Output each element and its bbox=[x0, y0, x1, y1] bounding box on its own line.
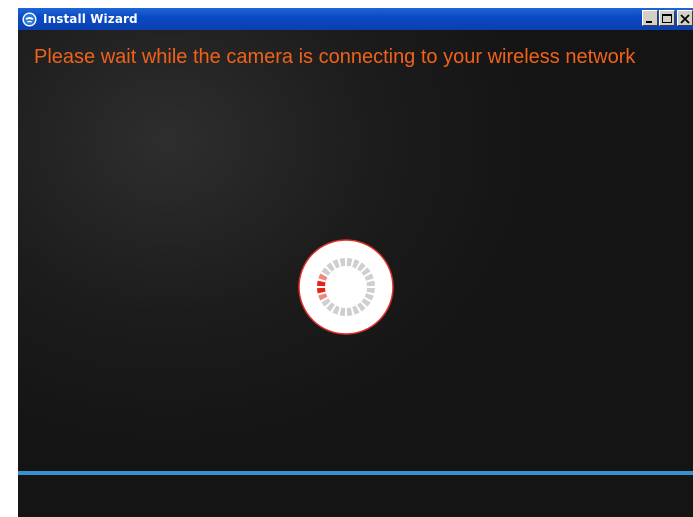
wizard-content: Please wait while the camera is connecti… bbox=[18, 30, 693, 517]
progress-divider bbox=[18, 471, 693, 475]
connecting-message: Please wait while the camera is connecti… bbox=[34, 46, 636, 68]
minimize-icon bbox=[646, 21, 652, 23]
loading-spinner-icon bbox=[298, 239, 394, 335]
window-title: Install Wizard bbox=[43, 12, 138, 26]
maximize-button[interactable] bbox=[659, 10, 675, 26]
maximize-icon bbox=[662, 14, 672, 23]
app-globe-icon bbox=[21, 11, 37, 27]
window-controls bbox=[641, 10, 693, 26]
title-bar[interactable]: Install Wizard bbox=[18, 8, 693, 30]
close-button[interactable] bbox=[677, 10, 693, 26]
minimize-button[interactable] bbox=[642, 10, 658, 26]
close-icon bbox=[680, 14, 690, 24]
install-wizard-window: Install Wizard Please wait while the cam… bbox=[18, 8, 693, 517]
